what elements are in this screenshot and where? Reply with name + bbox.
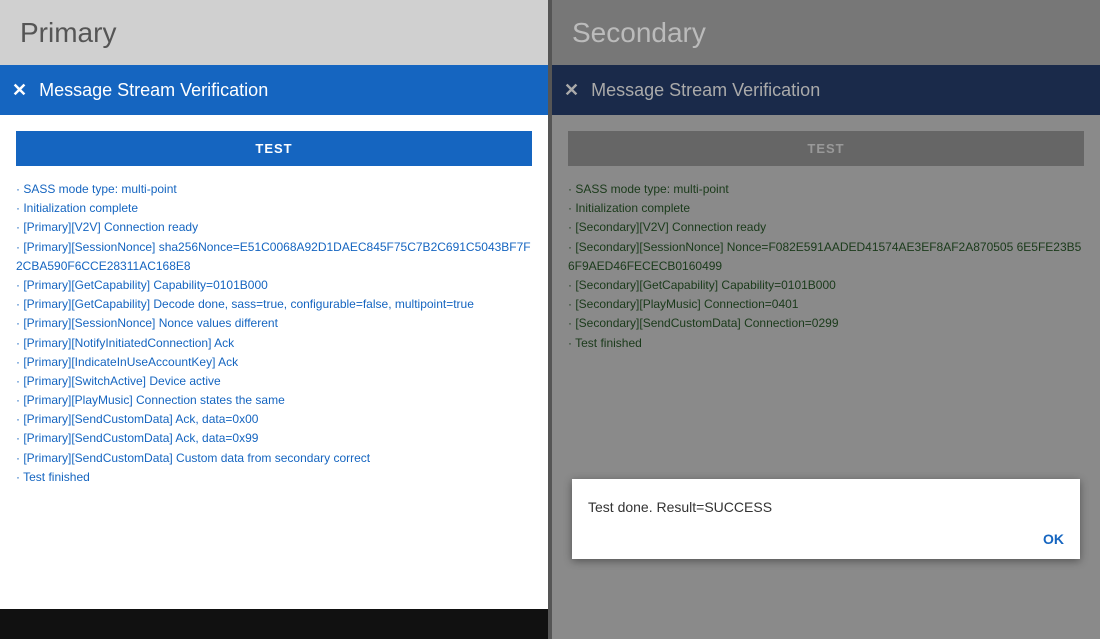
- primary-test-button[interactable]: TEST: [16, 131, 532, 166]
- primary-dialog-content: TEST · SASS mode type: multi-point · Ini…: [0, 115, 548, 609]
- secondary-dialog-titlebar: ✕ Message Stream Verification: [552, 65, 1100, 115]
- secondary-dialog: ✕ Message Stream Verification TEST · SAS…: [552, 65, 1100, 639]
- secondary-close-button[interactable]: ✕: [564, 80, 579, 101]
- primary-dialog: ✕ Message Stream Verification TEST · SAS…: [0, 65, 548, 639]
- secondary-header: Secondary: [552, 0, 1100, 65]
- primary-dialog-title: Message Stream Verification: [39, 80, 268, 101]
- secondary-panel: Secondary ✕ Message Stream Verification …: [552, 0, 1100, 639]
- secondary-dialog-content: TEST · SASS mode type: multi-point · Ini…: [552, 115, 1100, 639]
- primary-close-button[interactable]: ✕: [12, 80, 27, 101]
- primary-title: Primary: [20, 17, 116, 49]
- primary-log: · SASS mode type: multi-point · Initiali…: [16, 180, 532, 487]
- primary-dialog-titlebar: ✕ Message Stream Verification: [0, 65, 548, 115]
- secondary-log: · SASS mode type: multi-point · Initiali…: [568, 180, 1084, 353]
- secondary-test-button[interactable]: TEST: [568, 131, 1084, 166]
- result-dialog: Test done. Result=SUCCESS OK: [572, 479, 1080, 559]
- primary-panel: Primary ✕ Message Stream Verification TE…: [0, 0, 548, 639]
- ok-button[interactable]: OK: [588, 531, 1064, 547]
- primary-bottom-bar: [0, 609, 548, 639]
- result-text: Test done. Result=SUCCESS: [588, 499, 1064, 515]
- secondary-dialog-title: Message Stream Verification: [591, 80, 820, 101]
- secondary-title: Secondary: [572, 17, 706, 49]
- primary-header: Primary: [0, 0, 548, 65]
